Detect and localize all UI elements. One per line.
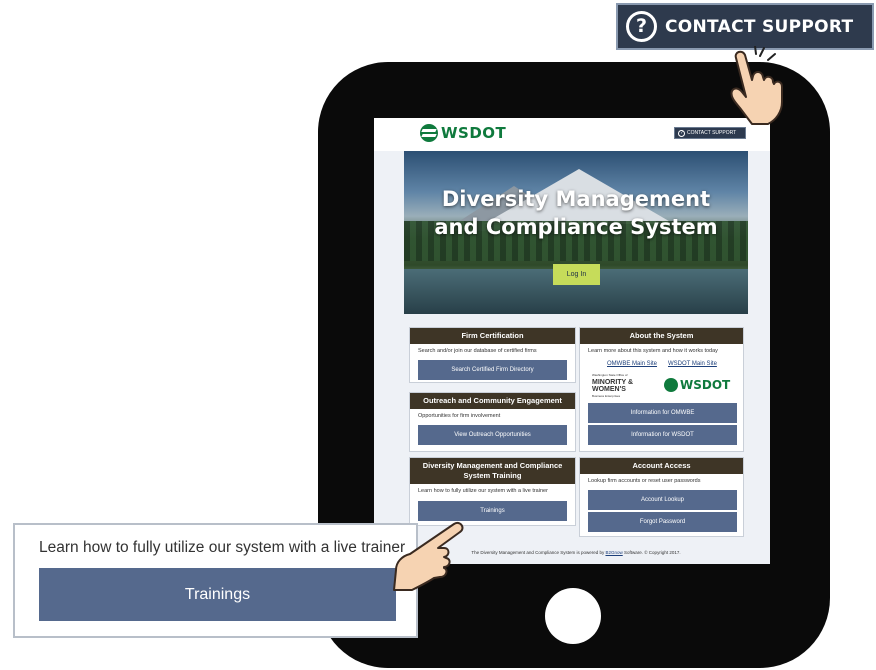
forgot-password-button[interactable]: Forgot Password bbox=[588, 512, 737, 532]
tutorial-illustration: ? CONTACT SUPPORT WSDOT ? CONTACT SUPPOR… bbox=[0, 0, 876, 670]
panel-description: Lookup firm accounts or reset user passw… bbox=[588, 478, 701, 484]
tablet-home-button bbox=[545, 588, 601, 644]
hero-banner: Diversity Management and Compliance Syst… bbox=[404, 151, 748, 314]
omwbe-logo: Washington State Office of MINORITY & WO… bbox=[592, 372, 633, 400]
panel-title: Account Access bbox=[580, 458, 743, 474]
b2gnow-link[interactable]: B2Gnow bbox=[605, 550, 622, 555]
panel-account-access: Account Access Lookup firm accounts or r… bbox=[579, 457, 744, 537]
wsdot-logo-icon bbox=[420, 124, 438, 142]
question-circle-icon: ? bbox=[626, 11, 657, 42]
wsdot-logo-icon bbox=[664, 378, 678, 392]
hero-title-line1: Diversity Management bbox=[441, 187, 711, 211]
hero-title: Diversity Management and Compliance Syst… bbox=[404, 185, 748, 241]
panel-description: Opportunities for firm involvement bbox=[418, 413, 501, 419]
omwbe-logo-text2: WOMEN'S bbox=[592, 386, 626, 393]
question-circle-icon: ? bbox=[678, 129, 685, 137]
wsdot-main-site-link[interactable]: WSDOT Main Site bbox=[668, 361, 717, 367]
tablet-screen: WSDOT ? CONTACT SUPPORT Diversity Manage… bbox=[374, 118, 770, 564]
panel-description: Learn more about this system and how it … bbox=[588, 348, 718, 354]
site-header: WSDOT ? CONTACT SUPPORT bbox=[374, 118, 770, 151]
panel-description: Search and/or join our database of certi… bbox=[418, 348, 537, 354]
info-omwbe-button[interactable]: Information for OMWBE bbox=[588, 403, 737, 423]
wsdot-small-logo: WSDOT bbox=[664, 378, 730, 392]
search-firm-directory-button[interactable]: Search Certified Firm Directory bbox=[418, 360, 567, 380]
footer-text-end: Software. © Copyright 2017. bbox=[622, 550, 681, 555]
panel-title: Diversity Management and Compliance Syst… bbox=[410, 458, 575, 484]
omwbe-logo-text1: MINORITY & bbox=[592, 379, 634, 386]
pointing-hand-icon bbox=[730, 46, 783, 125]
panel-about-system: About the System Learn more about this s… bbox=[579, 327, 744, 452]
panel-description: Learn how to fully utilize our system wi… bbox=[418, 488, 548, 494]
wsdot-small-logo-text: WSDOT bbox=[680, 378, 731, 392]
info-wsdot-button[interactable]: Information for WSDOT bbox=[588, 425, 737, 445]
hero-title-line2: and Compliance System bbox=[434, 215, 718, 239]
trainings-button-zoomed[interactable]: Trainings bbox=[39, 568, 396, 621]
account-lookup-button[interactable]: Account Lookup bbox=[588, 490, 737, 510]
wsdot-logo[interactable]: WSDOT bbox=[420, 124, 506, 142]
omwbe-main-site-link[interactable]: OMWBE Main Site bbox=[607, 361, 657, 367]
callout-description: Learn how to fully utilize our system wi… bbox=[39, 539, 406, 556]
footer-text: The Diversity Management and Compliance … bbox=[471, 550, 606, 555]
contact-support-button[interactable]: ? CONTACT SUPPORT bbox=[616, 3, 874, 50]
panel-outreach: Outreach and Community Engagement Opport… bbox=[409, 392, 576, 452]
omwbe-logo-top: Washington State Office of bbox=[592, 373, 628, 377]
panel-title: Outreach and Community Engagement bbox=[410, 393, 575, 409]
view-outreach-button[interactable]: View Outreach Opportunities bbox=[418, 425, 567, 445]
pointing-hand-icon bbox=[393, 522, 464, 591]
contact-support-label: CONTACT SUPPORT bbox=[665, 16, 854, 37]
panel-firm-certification: Firm Certification Search and/or join ou… bbox=[409, 327, 576, 383]
contact-support-small-label: CONTACT SUPPORT bbox=[687, 130, 737, 136]
contact-support-small-button[interactable]: ? CONTACT SUPPORT bbox=[674, 127, 746, 139]
login-button[interactable]: Log In bbox=[553, 264, 600, 285]
panel-title: Firm Certification bbox=[410, 328, 575, 344]
wsdot-logo-text: WSDOT bbox=[441, 124, 507, 142]
omwbe-logo-bottom: Business Enterprises bbox=[592, 394, 621, 398]
trainings-zoom-callout: Learn how to fully utilize our system wi… bbox=[13, 523, 418, 638]
panel-title: About the System bbox=[580, 328, 743, 344]
